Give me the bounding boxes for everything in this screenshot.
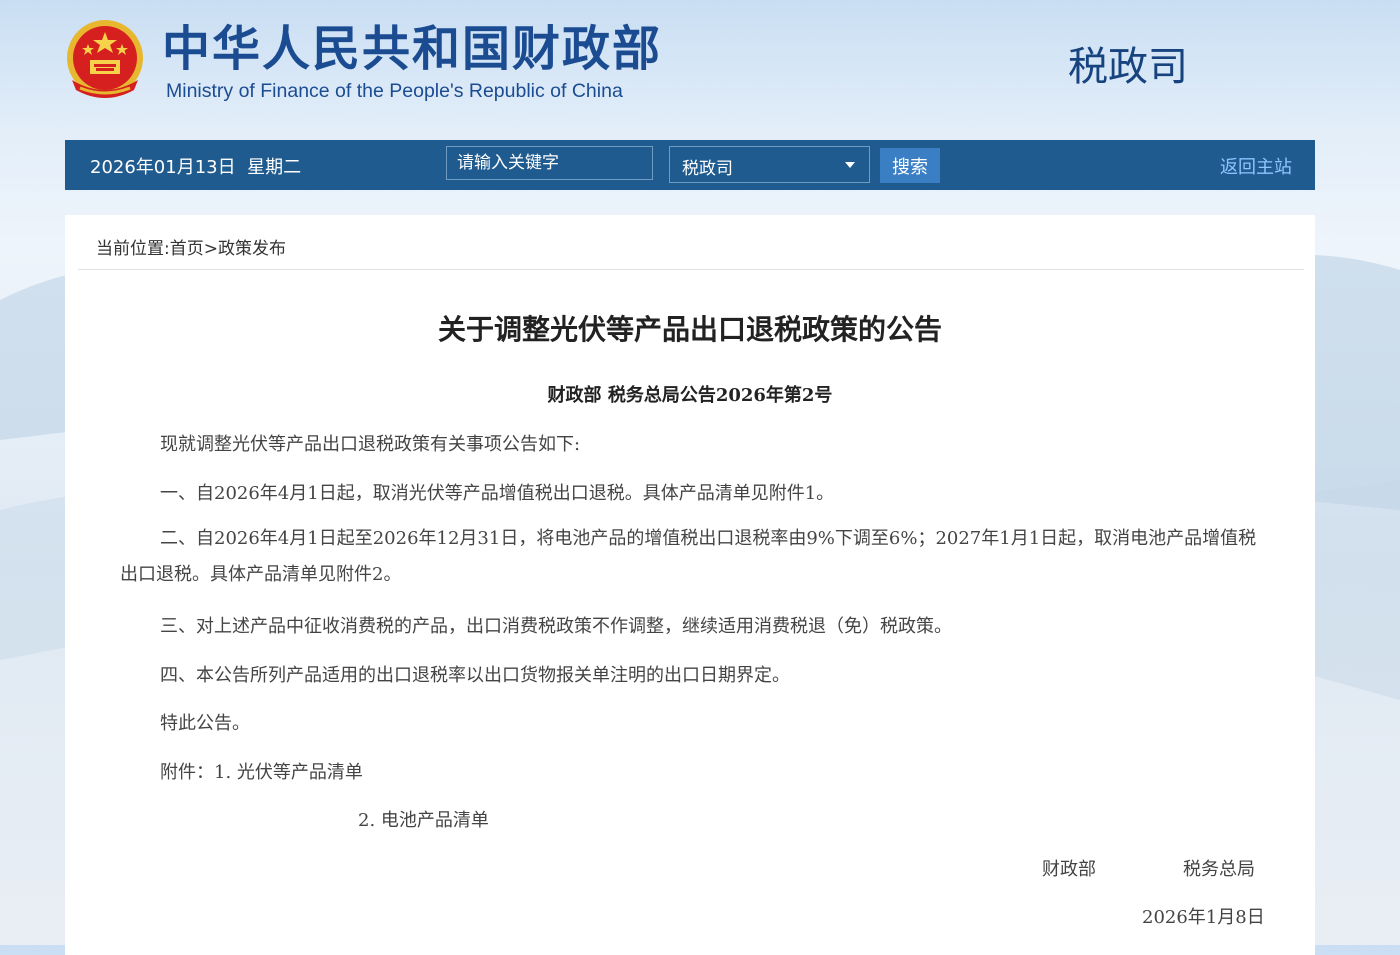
date-text: 2026年01月13日 — [90, 157, 236, 178]
article-item-4: 四、本公告所列产品适用的出口退税率以出口货物报关单注明的出口日期界定。 — [160, 665, 790, 686]
breadcrumb: 当前位置:首页>政策发布 — [96, 234, 286, 259]
article-title: 关于调整光伏等产品出口退税政策的公告 — [437, 313, 942, 346]
nav-bar: 2026年01月13日 星期二 税政司 搜索 返回主站 — [65, 140, 1315, 190]
ministry-title-en: Ministry of Finance of the People's Repu… — [166, 80, 623, 102]
breadcrumb-home-link[interactable]: 首页 — [170, 239, 204, 259]
department-name: 税政司 — [1068, 44, 1188, 90]
national-emblem-icon — [67, 20, 143, 98]
article-closing: 特此公告。 — [160, 713, 250, 734]
article-item-2: 二、自2026年4月1日起至2026年12月31日，将电池产品的增值税出口退税率… — [120, 528, 1257, 585]
breadcrumb-current-link[interactable]: 政策发布 — [218, 239, 286, 259]
search-scope-value: 税政司 — [682, 159, 733, 179]
chevron-down-icon — [845, 162, 855, 168]
breadcrumb-separator: > — [203, 239, 218, 259]
search-button[interactable]: 搜索 — [880, 148, 940, 183]
breadcrumb-divider — [78, 269, 1304, 270]
signer-sta: 税务总局 — [1183, 859, 1255, 880]
content-panel: 当前位置:首页>政策发布 关于调整光伏等产品出口退税政策的公告 财政部 税务总局… — [65, 215, 1315, 955]
attachment-1-link[interactable]: 1. 光伏等产品清单 — [214, 762, 363, 783]
site-header: 中华人民共和国财政部 Ministry of Finance of the Pe… — [0, 0, 1400, 140]
article-item-1: 一、自2026年4月1日起，取消光伏等产品增值税出口退税。具体产品清单见附件1。 — [160, 483, 835, 504]
article-item-3: 三、对上述产品中征收消费税的产品，出口消费税政策不作调整，继续适用消费税退（免）… — [160, 616, 952, 637]
breadcrumb-prefix: 当前位置: — [96, 239, 170, 259]
current-date: 2026年01月13日 星期二 — [90, 153, 301, 179]
weekday-text: 星期二 — [247, 157, 302, 178]
search-scope-select[interactable]: 税政司 — [669, 146, 870, 183]
attachments-line: 附件：1. 光伏等产品清单 — [160, 758, 363, 784]
article-intro: 现就调整光伏等产品出口退税政策有关事项公告如下: — [160, 434, 581, 455]
attachment-2-link[interactable]: 2. 电池产品清单 — [358, 806, 489, 832]
ministry-title-cn: 中华人民共和国财政部 — [162, 21, 663, 77]
attachments-label: 附件： — [160, 762, 214, 783]
search-input[interactable] — [446, 146, 653, 180]
announcement-date: 2026年1月8日 — [1142, 907, 1265, 928]
signer-mof: 财政部 — [1042, 859, 1096, 880]
document-number: 财政部 税务总局公告2026年第2号 — [547, 385, 833, 406]
return-home-link[interactable]: 返回主站 — [1220, 153, 1292, 179]
